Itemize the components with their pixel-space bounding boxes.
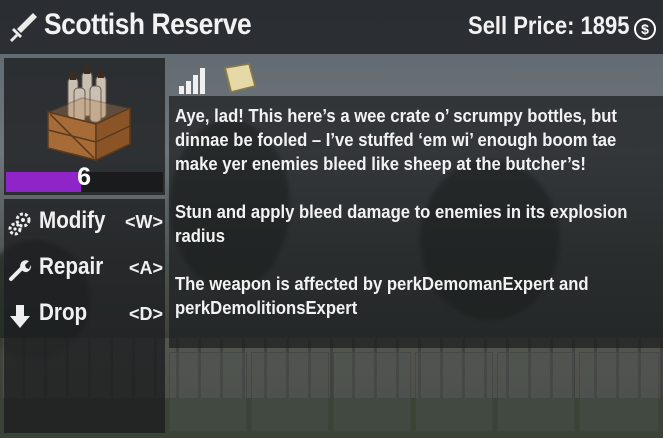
modify-key: <W> [124, 212, 163, 232]
repair-button[interactable]: Repair <A> [4, 251, 165, 287]
crate-icon [45, 66, 133, 162]
item-title-bar: Scottish Reserve Sell Price: 1895 $ [0, 0, 663, 54]
drop-button[interactable]: Drop <D> [4, 297, 165, 333]
mod-slot[interactable] [579, 352, 659, 432]
action-menu: Modify <W> Repair <A> Drop <D> [4, 199, 165, 433]
sword-icon [10, 13, 37, 42]
gears-icon [8, 212, 31, 236]
item-name: Scottish Reserve [44, 8, 252, 41]
item-preview: 6 [4, 58, 165, 195]
drop-key: <D> [128, 304, 163, 324]
mod-slot[interactable] [333, 352, 411, 432]
arrow-down-icon [10, 305, 30, 328]
coin-icon: $ [634, 18, 656, 40]
book-icon [224, 63, 256, 93]
item-quantity: 6 [77, 163, 91, 191]
drop-label: Drop [39, 299, 88, 326]
description-panel: Aye, lad! This here’s a wee crate o’ scr… [169, 96, 663, 348]
flavor-text: Aye, lad! This here’s a wee crate o’ scr… [175, 105, 617, 174]
quality-bars-icon [179, 68, 205, 94]
wrench-icon [9, 260, 32, 281]
repair-key: <A> [128, 258, 163, 278]
description-text: Aye, lad! This here’s a wee crate o’ scr… [175, 104, 652, 344]
mod-slot[interactable] [251, 352, 329, 432]
modify-label: Modify [39, 207, 106, 234]
modify-button[interactable]: Modify <W> [4, 205, 165, 241]
repair-label: Repair [39, 253, 104, 280]
mod-slot[interactable] [415, 352, 493, 432]
perks-text: The weapon is affected by perkDemomanExp… [175, 273, 589, 318]
sell-price: Sell Price: 1895 [467, 12, 629, 40]
durability-fill [6, 172, 82, 192]
stat-icons [179, 63, 256, 94]
mod-slot[interactable] [169, 352, 247, 432]
effect-text: Stun and apply bleed damage to enemies i… [175, 201, 628, 246]
mod-slot[interactable] [497, 352, 575, 432]
